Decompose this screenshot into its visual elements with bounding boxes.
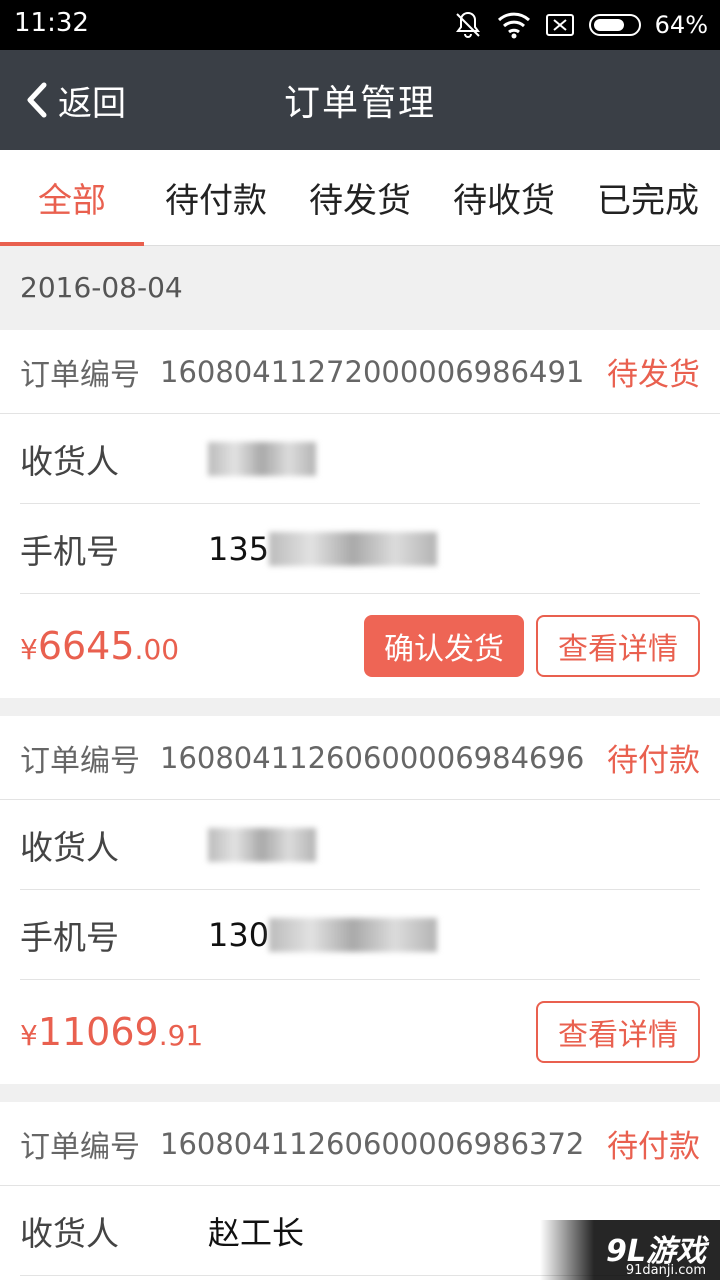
order-status: 待发货	[607, 357, 700, 393]
back-button[interactable]: 返回	[24, 50, 126, 150]
order-price: ¥6645.00	[20, 624, 352, 668]
price-integer: 6645	[37, 624, 135, 668]
tab-pending-payment[interactable]: 待付款	[144, 150, 288, 245]
no-sim-icon	[545, 14, 574, 36]
order-tabs: 全部 待付款 待发货 待收货 已完成	[0, 150, 720, 246]
order-card: 订单编号 16080411260600006984696 待付款 收货人 手机号…	[0, 716, 720, 1084]
view-details-button[interactable]: 查看详情	[536, 615, 700, 677]
order-number-label: 订单编号	[20, 1129, 140, 1165]
tab-completed[interactable]: 已完成	[576, 150, 720, 245]
price-decimal: .00	[134, 633, 180, 666]
site-watermark: 9L游戏 91danji.com	[540, 1220, 720, 1280]
price-decimal: .91	[158, 1019, 204, 1052]
phone-row: 手机号 135	[20, 504, 700, 594]
date-header: 2016-08-04	[20, 271, 183, 304]
price-integer: 11069	[37, 1010, 159, 1054]
order-status: 待付款	[607, 743, 700, 779]
confirm-shipment-button[interactable]: 确认发货	[364, 615, 524, 677]
phone-row: 手机号 130	[20, 890, 700, 980]
order-number: 16080411272000006986491	[160, 354, 585, 389]
chevron-left-icon	[27, 82, 47, 118]
receiver-row: 收货人	[20, 414, 700, 504]
order-number-row: 订单编号 16080411272000006986491 待发货	[0, 330, 720, 414]
receiver-name-redacted	[208, 441, 316, 476]
status-bar: 11:32 64%	[0, 0, 720, 50]
order-number: 16080411260600006986372	[160, 1126, 585, 1161]
phone-label: 手机号	[20, 917, 119, 957]
order-number-label: 订单编号	[20, 357, 140, 393]
tab-pending-shipment[interactable]: 待发货	[288, 150, 432, 245]
receiver-label: 收货人	[20, 441, 119, 481]
order-card: 订单编号 16080411272000006986491 待发货 收货人 手机号…	[0, 330, 720, 698]
order-status: 待付款	[607, 1129, 700, 1165]
status-icons: 64%	[453, 8, 708, 42]
receiver-name-redacted	[208, 827, 316, 862]
phone-prefix: 130	[208, 915, 270, 954]
order-number: 16080411260600006984696	[160, 740, 585, 775]
receiver-label: 收货人	[20, 827, 119, 867]
tab-pending-receipt[interactable]: 待收货	[432, 150, 576, 245]
order-number-label: 订单编号	[20, 743, 140, 779]
tab-all[interactable]: 全部	[0, 150, 144, 246]
wifi-icon	[497, 12, 530, 39]
price-symbol: ¥	[20, 633, 38, 666]
price-row: ¥11069.91 查看详情	[0, 980, 720, 1084]
title-bar: 返回 订单管理	[0, 50, 720, 150]
price-symbol: ¥	[20, 1019, 38, 1052]
watermark-url: 91danji.com	[625, 1263, 706, 1278]
back-label: 返回	[58, 83, 126, 124]
status-time: 11:32	[14, 8, 89, 38]
price-row: ¥6645.00 确认发货 查看详情	[0, 594, 720, 698]
phone-prefix: 135	[208, 529, 270, 568]
receiver-name: 赵工长	[208, 1213, 305, 1252]
order-price: ¥11069.91	[20, 1010, 524, 1054]
battery-percent: 64%	[654, 11, 708, 39]
order-number-row: 订单编号 16080411260600006984696 待付款	[0, 716, 720, 800]
view-details-button[interactable]: 查看详情	[536, 1001, 700, 1063]
notifications-off-icon	[455, 11, 480, 38]
phone-redacted	[269, 531, 438, 566]
order-number-row: 订单编号 16080411260600006986372 待付款	[0, 1102, 720, 1186]
phone-redacted	[269, 917, 438, 952]
receiver-row: 收货人	[20, 800, 700, 890]
battery-icon	[588, 14, 641, 36]
phone-label: 手机号	[20, 531, 119, 571]
receiver-label: 收货人	[20, 1213, 119, 1253]
